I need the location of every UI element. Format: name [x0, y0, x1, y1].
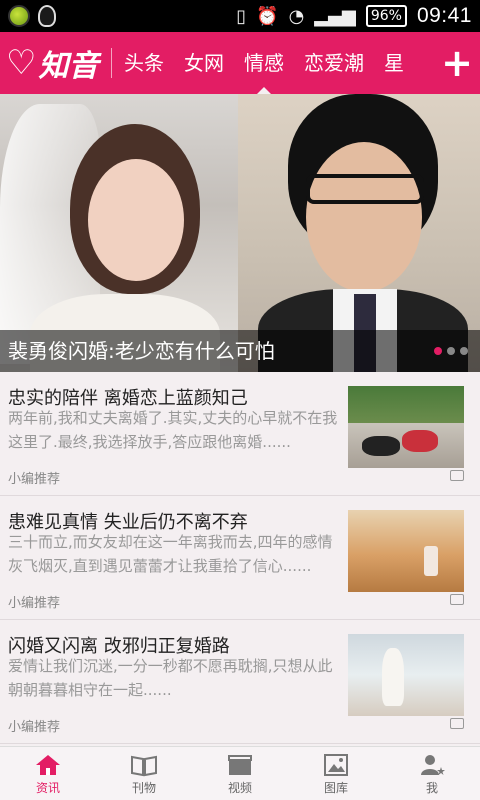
add-channel-button[interactable]: +: [440, 40, 474, 86]
image-icon: [324, 754, 348, 776]
tab-qinggan[interactable]: 情感: [234, 32, 294, 94]
battery-indicator: 96%: [365, 5, 407, 27]
top-navigation: ♡ 知音 头条 女网 情感 恋爱潮 星 +: [0, 32, 480, 94]
clock: 09:41: [416, 4, 472, 27]
tab-label: 刊物: [131, 781, 156, 795]
tab-me[interactable]: 我: [384, 747, 480, 800]
user-icon: [421, 755, 445, 775]
comment-icon[interactable]: [450, 470, 464, 481]
app-logo[interactable]: ♡ 知音: [6, 40, 106, 86]
hero-carousel[interactable]: 裴勇俊闪婚:老少恋有什么可怕: [0, 94, 480, 372]
figure-shape: [382, 648, 404, 706]
status-bar: ▯ ⏰ ◔ ▂▄▆ 96% 09:41: [0, 0, 480, 32]
hero-caption: 裴勇俊闪婚:老少恋有什么可怕: [0, 330, 480, 372]
tab-news[interactable]: 资讯: [0, 747, 96, 800]
status-left: [8, 5, 56, 27]
news-source: 小编推荐: [8, 472, 61, 487]
heart-logo-icon: ♡: [6, 43, 37, 83]
news-item[interactable]: 忠实的陪伴 离婚恋上蓝颜知己 两年前,我和丈夫离婚了.其实,丈夫的心早就不在我这…: [0, 372, 480, 496]
tab-xing[interactable]: 星: [374, 32, 414, 94]
tab-video[interactable]: 视频: [192, 747, 288, 800]
carousel-dot[interactable]: [447, 347, 455, 355]
comment-icon[interactable]: [450, 594, 464, 605]
man-face: [306, 142, 422, 292]
hero-title[interactable]: 裴勇俊闪婚:老少恋有什么可怕: [8, 330, 275, 372]
news-thumbnail: [348, 386, 464, 468]
news-source: 小编推荐: [8, 720, 61, 735]
channel-tabs: 头条 女网 情感 恋爱潮 星: [114, 32, 444, 94]
wifi-icon: ◔: [288, 5, 305, 27]
news-item[interactable]: 闪婚又闪离 改邪归正复婚路 爱情让我们沉迷,一分一秒都不愿再耽搁,只想从此朝朝暮…: [0, 620, 480, 744]
bottle-shape: [424, 546, 438, 576]
glasses: [306, 174, 424, 204]
news-thumbnail: [348, 634, 464, 716]
tab-label: 视频: [227, 781, 252, 795]
status-right: ▯ ⏰ ◔ ▂▄▆ 96% 09:41: [236, 4, 472, 28]
news-summary: 三十而立,而女友却在这一年离我而去,四年的感情灰飞烟灭,直到遇见蕾蕾才让我重拾了…: [8, 533, 333, 575]
video-icon: [228, 755, 252, 775]
news-summary: 爱情让我们沉迷,一分一秒都不愿再耽搁,只想从此朝朝暮暮相守在一起......: [8, 657, 333, 699]
tab-toutiao[interactable]: 头条: [114, 32, 174, 94]
tab-lianaichao[interactable]: 恋爱潮: [294, 32, 374, 94]
qq-notification-icon: [38, 5, 56, 27]
tab-label: 图库: [323, 781, 348, 795]
tab-label: 我: [425, 781, 438, 795]
bottom-tab-bar: 资讯 刊物 视频 图库 我: [0, 746, 480, 800]
bride-face: [88, 159, 184, 281]
tab-label: 资讯: [35, 781, 60, 795]
comment-icon[interactable]: [450, 718, 464, 729]
news-source: 小编推荐: [8, 596, 61, 611]
alarm-icon: ⏰: [256, 5, 279, 27]
news-thumbnail: [348, 510, 464, 592]
carousel-dot[interactable]: [434, 347, 442, 355]
carousel-dot[interactable]: [460, 347, 468, 355]
news-list: 忠实的陪伴 离婚恋上蓝颜知己 两年前,我和丈夫离婚了.其实,丈夫的心早就不在我这…: [0, 372, 480, 746]
home-icon: [36, 755, 60, 775]
tab-magazine[interactable]: 刊物: [96, 747, 192, 800]
logo-text: 知音: [38, 49, 99, 84]
nav-divider: [111, 48, 112, 78]
tab-gallery[interactable]: 图库: [288, 747, 384, 800]
book-icon: [131, 755, 157, 777]
app-notification-icon: [8, 5, 30, 27]
vibrate-icon: ▯: [236, 5, 247, 27]
plus-icon: +: [441, 41, 473, 85]
news-summary: 两年前,我和丈夫离婚了.其实,丈夫的心早就不在我这里了.最终,我选择放手,答应跟…: [8, 409, 338, 451]
shoe-shape: [362, 436, 400, 456]
carousel-dots: [434, 347, 468, 355]
tab-nvwang[interactable]: 女网: [174, 32, 234, 94]
signal-icon: ▂▄▆: [314, 5, 356, 27]
shoe-shape: [402, 430, 438, 452]
news-item[interactable]: 患难见真情 失业后仍不离不弃 三十而立,而女友却在这一年离我而去,四年的感情灰飞…: [0, 496, 480, 620]
